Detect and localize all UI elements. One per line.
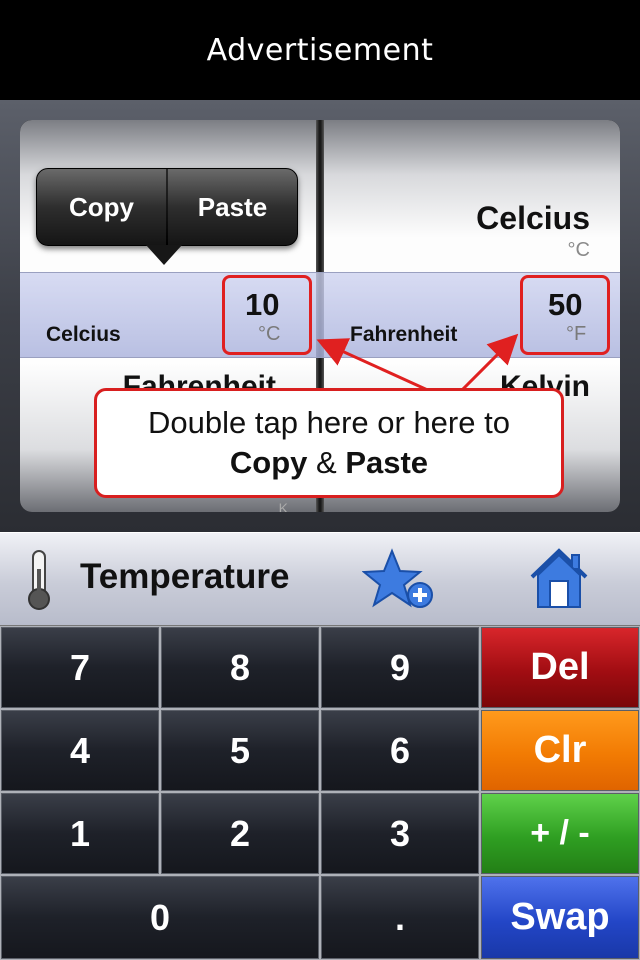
to-value-highlight	[520, 275, 610, 355]
key-1[interactable]: 1	[1, 793, 159, 874]
keypad: 7 8 9 Del 4 5 6 Clr 1 2 3 + / - 0 . Swap	[0, 626, 640, 960]
key-3[interactable]: 3	[321, 793, 479, 874]
key-5[interactable]: 5	[161, 710, 319, 791]
menu-pointer	[146, 245, 182, 265]
hint-callout: Double tap here or here to Copy & Paste	[94, 388, 564, 498]
hint-ampersand: &	[307, 445, 346, 480]
to-unit-label: Fahrenheit	[350, 323, 458, 346]
from-wheel-next-unit: K	[278, 500, 288, 512]
ad-banner[interactable]: Advertisement	[0, 0, 640, 100]
star-add-icon[interactable]	[361, 547, 434, 616]
clear-button[interactable]: Clr	[481, 710, 639, 791]
key-2[interactable]: 2	[161, 793, 319, 874]
category-title: Temperature	[80, 557, 290, 596]
key-9[interactable]: 9	[321, 627, 479, 708]
home-icon[interactable]	[528, 547, 590, 616]
ad-text: Advertisement	[206, 32, 434, 68]
from-value-highlight	[222, 275, 312, 355]
delete-button[interactable]: Del	[481, 627, 639, 708]
from-unit-label: Celcius	[46, 323, 121, 346]
hint-line-1: Double tap here or here to	[148, 405, 510, 440]
plus-minus-button[interactable]: + / -	[481, 793, 639, 874]
copy-paste-menu: Copy Paste	[36, 168, 298, 246]
key-6[interactable]: 6	[321, 710, 479, 791]
key-0[interactable]: 0	[1, 876, 319, 959]
key-decimal[interactable]: .	[321, 876, 479, 959]
to-wheel-prev-row[interactable]: Celcius °C	[476, 200, 590, 262]
key-8[interactable]: 8	[161, 627, 319, 708]
key-7[interactable]: 7	[1, 627, 159, 708]
paste-button[interactable]: Paste	[168, 169, 297, 245]
thermometer-icon	[24, 549, 54, 616]
hint-line-2: Copy & Paste	[230, 445, 428, 481]
key-4[interactable]: 4	[1, 710, 159, 791]
to-wheel-prev-name: Celcius	[476, 200, 590, 236]
copy-button[interactable]: Copy	[37, 169, 166, 245]
swap-button[interactable]: Swap	[481, 876, 639, 959]
to-wheel-prev-unit: °C	[567, 239, 590, 261]
hint-paste: Paste	[345, 445, 429, 480]
hint-copy: Copy	[229, 445, 308, 480]
category-toolbar: Temperature	[0, 532, 640, 626]
